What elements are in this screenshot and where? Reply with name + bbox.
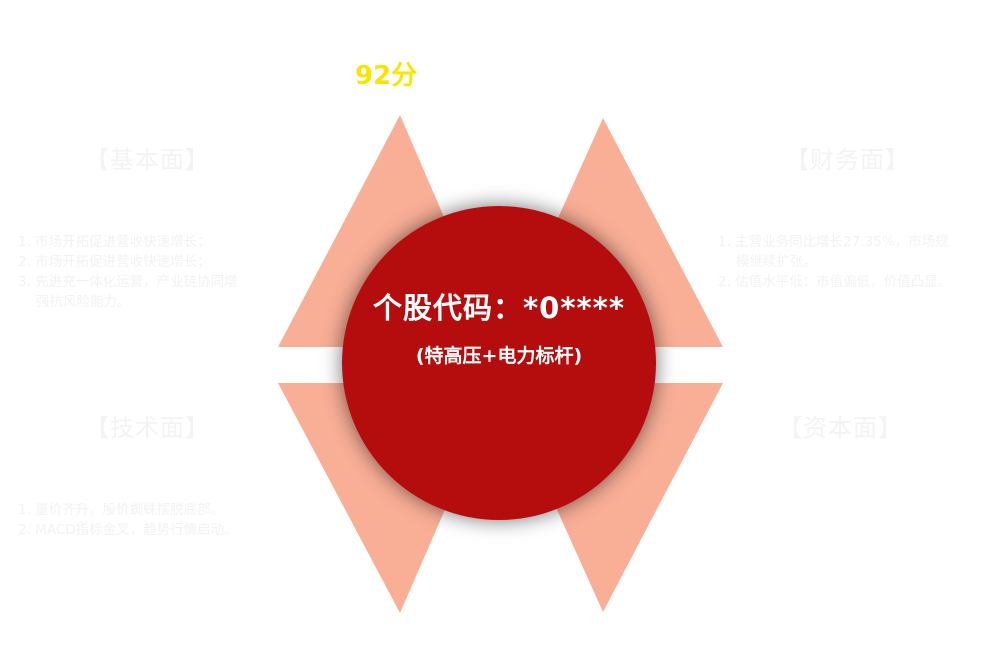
list-item: 1. 主营业务同比增长27.35%，市场规模继续扩张。 (718, 234, 949, 270)
list-item: 3. 先进充一体化运营，产业链协同增强抗风险能力。 (18, 274, 238, 310)
list-item: 1. 市场开拓促进营收快速增长； (18, 234, 211, 250)
list-item: 1. 量价齐升，股价蜘蛛摆脱底部。 (18, 502, 225, 518)
heading-capital: 【资本面】 (778, 414, 903, 442)
list-fundamental: 1. 市场开拓促进营收快速增长； 2. 市场开拓促进营收快速增长； 3. 先进充… (18, 232, 248, 312)
list-technical: 1. 量价齐升，股价蜘蛛摆脱底部。 2. MACD指标金叉，趋势行情启动。 (18, 500, 278, 540)
stock-code: 个股代码：*0**** (372, 291, 625, 325)
center-label: 个股代码：*0**** (特高压+电力标杆) (343, 285, 655, 368)
sector-label: (特高压+电力标杆) (415, 345, 583, 367)
list-item: 2. 市场开拓促进营收快速增长； (18, 254, 211, 270)
heading-technical: 【技术面】 (85, 414, 210, 442)
list-financial: 1. 主营业务同比增长27.35%，市场规模继续扩张。 2. 估值水平低：市值偏… (718, 232, 953, 292)
list-item: 2. 估值水平低：市值偏低，价值凸显。 (718, 274, 952, 290)
heading-financial: 【财务面】 (785, 146, 910, 174)
list-item: 2. MACD指标金叉，趋势行情启动。 (18, 522, 238, 538)
heading-fundamental: 【基本面】 (85, 146, 210, 174)
